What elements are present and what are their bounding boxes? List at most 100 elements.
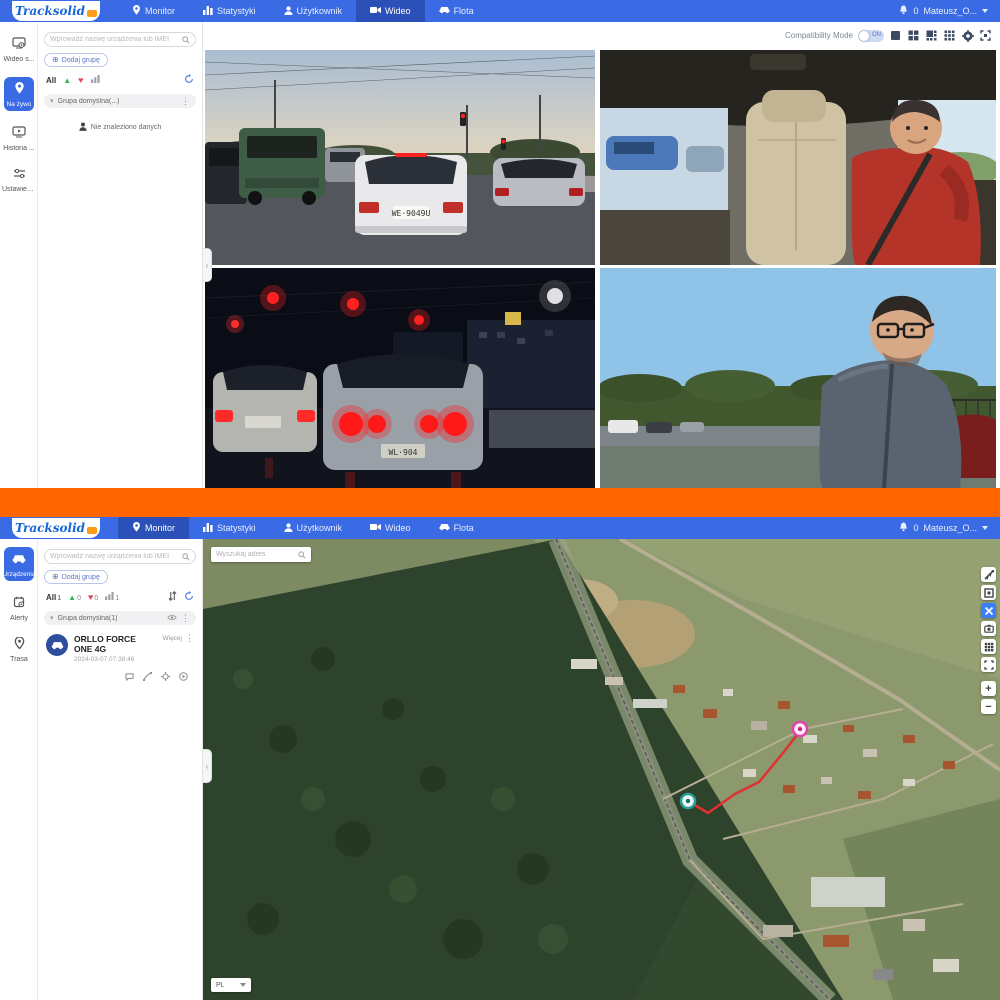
street-camera-icon[interactable] xyxy=(981,621,996,636)
track-icon[interactable] xyxy=(143,668,152,686)
nav-flota[interactable]: Flota xyxy=(425,517,488,539)
sidebar-item-urzadzenia[interactable]: Urządzenia xyxy=(0,547,38,581)
measure-icon[interactable] xyxy=(981,567,996,582)
sidebar-item-na-zywo[interactable]: Na żywo xyxy=(0,77,38,111)
grid-layer-icon[interactable] xyxy=(981,639,996,654)
sort-icon[interactable] xyxy=(168,591,177,603)
satellite-layer-icon[interactable] xyxy=(981,603,996,618)
device-search-input[interactable] xyxy=(50,553,179,560)
search-icon[interactable] xyxy=(182,31,190,49)
device-search xyxy=(44,32,196,47)
map-address-search xyxy=(211,547,311,562)
tracksolid-logo[interactable]: Tracksolid xyxy=(12,518,100,538)
filter-favorite[interactable]: ♥0 xyxy=(88,592,98,602)
device-search-input[interactable] xyxy=(50,36,179,43)
top-nav-right: 0 Mateusz_O... xyxy=(899,5,1000,17)
filter-moving[interactable]: ▲0 xyxy=(68,593,81,602)
sidebar-label: Wideo s... xyxy=(3,56,34,63)
nav-flota[interactable]: Flota xyxy=(425,0,488,22)
message-icon[interactable] xyxy=(125,668,134,686)
collapse-left-icon: ‹ xyxy=(206,261,209,270)
map-search-input[interactable] xyxy=(216,551,295,558)
kebab-menu-icon[interactable]: ⋮ xyxy=(181,97,190,106)
video-feed-front-day[interactable]: WE·9049U xyxy=(205,50,595,265)
search-icon[interactable] xyxy=(182,548,190,566)
nav-uzytkownik[interactable]: Użytkownik xyxy=(270,517,357,539)
sidebar-item-wideo-s[interactable]: Wideo s... xyxy=(0,36,38,63)
panel-collapse-handle[interactable]: ‹ xyxy=(203,248,212,282)
bottom-nav-right: 0 Mateusz_O... xyxy=(899,522,1000,534)
filter-all[interactable]: All xyxy=(46,76,56,85)
car-icon xyxy=(439,6,450,16)
playback-icon[interactable] xyxy=(179,668,188,686)
group-row[interactable]: ▾ Grupa domyślna(1) ⋮ xyxy=(44,611,196,625)
username[interactable]: Mateusz_O... xyxy=(923,523,977,533)
video-camera-icon xyxy=(370,523,381,533)
nav-flota-label: Flota xyxy=(454,523,474,533)
sidebar-item-historia[interactable]: Historia ... xyxy=(0,125,38,152)
map-language-selector[interactable]: PL xyxy=(211,978,251,992)
tracksolid-logo[interactable]: Tracksolid xyxy=(12,1,100,21)
layout-3x3-icon[interactable] xyxy=(943,29,956,42)
video-feed-outdoor[interactable] xyxy=(600,268,996,489)
logo-orange-tag-icon xyxy=(87,527,97,534)
person-icon xyxy=(284,6,293,17)
nav-statystyki[interactable]: Statystyki xyxy=(189,0,270,22)
nav-wideo[interactable]: Wideo xyxy=(356,517,425,539)
sidebar-label: Alerty xyxy=(10,615,28,622)
nav-uzytkownik[interactable]: Użytkownik xyxy=(270,0,357,22)
filter-row: All1 ▲0 ♥0 1 xyxy=(46,591,194,603)
refresh-icon[interactable] xyxy=(184,591,194,603)
map-type-icon[interactable] xyxy=(981,585,996,600)
layout-2x2-icon[interactable] xyxy=(907,29,920,42)
logo-text: Tracksolid xyxy=(15,521,85,535)
map-fullscreen-icon[interactable] xyxy=(981,657,996,672)
refresh-icon[interactable] xyxy=(184,74,194,86)
pin-icon xyxy=(132,522,141,534)
nav-uzytkownik-label: Użytkownik xyxy=(297,6,343,16)
filter-favorite-icon[interactable]: ♥ xyxy=(78,75,83,85)
visibility-icon[interactable] xyxy=(167,614,177,623)
search-icon[interactable] xyxy=(298,546,306,564)
filter-moving-icon[interactable]: ▲ xyxy=(63,76,71,85)
video-feed-driver[interactable] xyxy=(600,50,996,265)
sidebar-item-ustawienia[interactable]: Ustawienia xyxy=(0,166,38,193)
nav-monitor[interactable]: Monitor xyxy=(118,0,189,22)
nav-monitor[interactable]: Monitor xyxy=(118,517,189,539)
layout-1plus5-icon[interactable] xyxy=(925,29,938,42)
nav-statystyki[interactable]: Statystyki xyxy=(189,517,270,539)
device-card-orllo[interactable]: ORLLO FORCE ONE 4G 2024-03-07 07:38:46 W… xyxy=(42,630,198,688)
filter-all[interactable]: All1 xyxy=(46,593,61,602)
add-group-button[interactable]: ⊕ Dodaj grupę xyxy=(44,53,108,67)
history-icon xyxy=(12,125,26,143)
sidebar-item-alerty[interactable]: Alerty xyxy=(0,595,38,622)
compat-mode-toggle[interactable]: ON xyxy=(858,30,884,42)
filter-parked-icon[interactable] xyxy=(91,75,100,85)
filter-parked[interactable]: 1 xyxy=(105,592,119,602)
locate-icon[interactable] xyxy=(161,668,170,686)
bell-icon[interactable] xyxy=(899,522,908,534)
sidebar-item-trasa[interactable]: Trasa xyxy=(0,636,38,663)
username[interactable]: Mateusz_O... xyxy=(923,6,977,16)
group-row[interactable]: ▾ Grupa domyślna(...) ⋮ xyxy=(44,94,196,108)
device-timestamp: 2024-03-07 07:38:46 xyxy=(74,656,156,663)
fullscreen-icon[interactable] xyxy=(979,29,992,42)
zoom-in-button[interactable]: + xyxy=(981,681,996,696)
chart-icon xyxy=(203,523,213,534)
zoom-out-button[interactable]: − xyxy=(981,699,996,714)
nav-flota-label: Flota xyxy=(454,6,474,16)
kebab-menu-icon[interactable]: ⋮ xyxy=(181,614,190,623)
panel-collapse-handle[interactable]: ‹ xyxy=(203,749,212,783)
bell-icon[interactable] xyxy=(899,5,908,17)
add-group-button[interactable]: ⊕ Dodaj grupę xyxy=(44,570,108,584)
video-settings-icon xyxy=(12,36,26,54)
video-camera-icon xyxy=(370,6,381,16)
notification-count: 0 xyxy=(913,523,918,533)
layout-single-icon[interactable] xyxy=(889,29,902,42)
gear-icon[interactable] xyxy=(961,29,974,42)
device-more-button[interactable]: Więcej ⋮ xyxy=(162,634,194,643)
empty-state: Nie znaleziono danych xyxy=(38,122,202,133)
nav-wideo[interactable]: Wideo xyxy=(356,0,425,22)
map-canvas[interactable]: + − PL ‹ xyxy=(203,539,1000,1000)
video-feed-front-night[interactable]: WL·904 xyxy=(205,268,595,489)
